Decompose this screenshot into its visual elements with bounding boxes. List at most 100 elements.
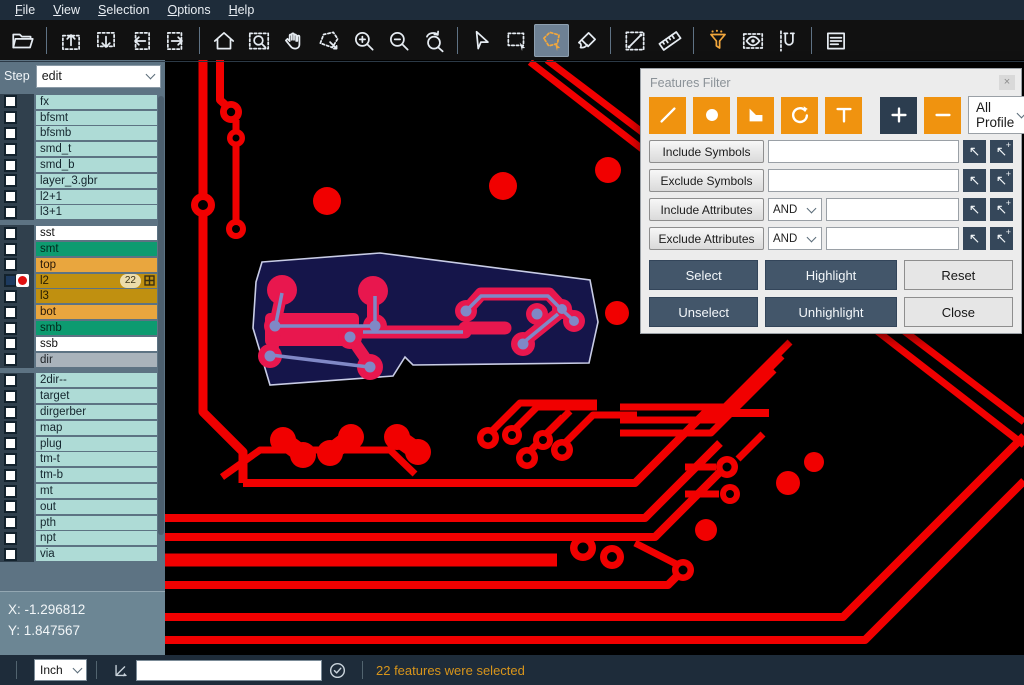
layer-row[interactable]: smd_t xyxy=(0,141,165,157)
operator-select[interactable]: AND xyxy=(768,198,822,221)
select-polygon-icon[interactable] xyxy=(534,24,569,57)
profile-select[interactable]: All Profile xyxy=(968,96,1024,134)
layer-visibility-checkbox[interactable] xyxy=(0,205,34,221)
open-folder-icon[interactable] xyxy=(5,24,40,57)
pick-from-screen-button[interactable] xyxy=(963,140,986,163)
select-rectangle-icon[interactable] xyxy=(499,24,534,57)
layer-visibility-checkbox[interactable] xyxy=(0,483,34,499)
step-select[interactable]: edit xyxy=(36,65,161,88)
layer-row[interactable]: sst xyxy=(0,225,165,241)
pick-add-from-screen-button[interactable] xyxy=(990,198,1013,221)
layer-visibility-checkbox[interactable] xyxy=(0,189,34,205)
layer-row[interactable]: 2dir-- xyxy=(0,373,165,389)
layer-row[interactable]: l2 22 xyxy=(0,273,165,289)
layer-visibility-checkbox[interactable] xyxy=(0,373,34,389)
add-filter-button[interactable] xyxy=(880,97,917,134)
zoom-out-icon[interactable] xyxy=(381,24,416,57)
layer-visibility-checkbox[interactable] xyxy=(0,173,34,189)
layer-visibility-checkbox[interactable] xyxy=(0,141,34,157)
move-left-icon[interactable] xyxy=(123,24,158,57)
menu-item[interactable]: Help xyxy=(220,1,264,19)
filter-row-label-button[interactable]: Exclude Symbols xyxy=(649,169,764,192)
layer-row[interactable]: mt xyxy=(0,483,165,499)
move-down-icon[interactable] xyxy=(88,24,123,57)
layer-visibility-checkbox[interactable] xyxy=(0,94,34,110)
layer-visibility-checkbox[interactable] xyxy=(0,241,34,257)
operator-select[interactable]: AND xyxy=(768,227,822,250)
pick-add-from-screen-button[interactable] xyxy=(990,169,1013,192)
layer-row[interactable]: smt xyxy=(0,241,165,257)
filter-value-input[interactable] xyxy=(768,140,959,163)
measure-line-icon[interactable] xyxy=(617,24,652,57)
unselect-button[interactable]: Unselect xyxy=(649,297,758,327)
layer-visibility-checkbox[interactable] xyxy=(0,352,34,368)
menu-item[interactable]: Options xyxy=(158,1,219,19)
filter-surface-button[interactable] xyxy=(737,97,774,134)
command-input[interactable] xyxy=(136,660,322,681)
zoom-in-icon[interactable] xyxy=(346,24,381,57)
layer-row[interactable]: bfsmb xyxy=(0,126,165,142)
layer-visibility-checkbox[interactable] xyxy=(0,467,34,483)
pick-from-screen-button[interactable] xyxy=(963,198,986,221)
layer-visibility-checkbox[interactable] xyxy=(0,436,34,452)
layer-row[interactable]: l2+1 xyxy=(0,189,165,205)
zoom-object-icon[interactable] xyxy=(311,24,346,57)
highlight-button[interactable]: Highlight xyxy=(765,260,896,290)
sidebar-scrollbar[interactable] xyxy=(158,96,164,535)
layer-visibility-checkbox[interactable] xyxy=(0,320,34,336)
filter-arc-button[interactable] xyxy=(781,97,818,134)
zoom-previous-icon[interactable] xyxy=(416,24,451,57)
layer-row[interactable]: l3 xyxy=(0,289,165,305)
notes-panel-icon[interactable] xyxy=(818,24,853,57)
layer-grid-icon[interactable] xyxy=(144,275,155,286)
filter-pad-button[interactable] xyxy=(693,97,730,134)
layer-row[interactable]: pth xyxy=(0,515,165,531)
layer-visibility-checkbox[interactable] xyxy=(0,420,34,436)
layer-visibility-checkbox[interactable] xyxy=(0,110,34,126)
pan-hand-icon[interactable] xyxy=(276,24,311,57)
select-button[interactable]: Select xyxy=(649,260,758,290)
move-right-icon[interactable] xyxy=(158,24,193,57)
layer-row[interactable]: tm-t xyxy=(0,452,165,468)
filter-value-input[interactable] xyxy=(826,198,959,221)
layer-row[interactable]: plug xyxy=(0,436,165,452)
layer-visibility-checkbox[interactable] xyxy=(0,257,34,273)
unit-select[interactable]: Inch xyxy=(34,659,87,681)
layer-row[interactable]: dirgerber xyxy=(0,404,165,420)
layer-row[interactable]: bot xyxy=(0,304,165,320)
filter-line-button[interactable] xyxy=(649,97,686,134)
layer-row[interactable]: smb xyxy=(0,320,165,336)
layer-visibility-checkbox[interactable] xyxy=(0,336,34,352)
zoom-window-icon[interactable] xyxy=(241,24,276,57)
clear-highlight-brush-icon[interactable] xyxy=(569,24,604,57)
menu-item[interactable]: Selection xyxy=(89,1,158,19)
move-up-icon[interactable] xyxy=(53,24,88,57)
pick-from-screen-button[interactable] xyxy=(963,227,986,250)
pick-add-from-screen-button[interactable] xyxy=(990,140,1013,163)
layer-row[interactable]: via xyxy=(0,546,165,562)
layer-row[interactable]: l3+1 xyxy=(0,205,165,221)
layer-visibility-checkbox[interactable] xyxy=(0,546,34,562)
layer-row[interactable]: top xyxy=(0,257,165,273)
close-button[interactable]: Close xyxy=(904,297,1013,327)
layer-row[interactable]: layer_3.gbr xyxy=(0,173,165,189)
pick-from-screen-button[interactable] xyxy=(963,169,986,192)
features-filter-funnel-icon[interactable] xyxy=(700,24,735,57)
dialog-title-bar[interactable]: Features Filter xyxy=(641,69,1021,94)
reset-button[interactable]: Reset xyxy=(904,260,1013,290)
layer-visibility-checkbox[interactable] xyxy=(0,126,34,142)
layer-row[interactable]: tm-b xyxy=(0,467,165,483)
layer-row[interactable]: bfsmt xyxy=(0,110,165,126)
layer-row[interactable]: map xyxy=(0,420,165,436)
layer-row[interactable]: dir xyxy=(0,352,165,368)
layer-visibility-checkbox[interactable] xyxy=(0,304,34,320)
measure-ruler-icon[interactable] xyxy=(652,24,687,57)
layer-row[interactable]: smd_b xyxy=(0,157,165,173)
pick-add-from-screen-button[interactable] xyxy=(990,227,1013,250)
filter-row-label-button[interactable]: Include Symbols xyxy=(649,140,764,163)
remove-filter-button[interactable] xyxy=(924,97,961,134)
filter-row-label-button[interactable]: Include Attributes xyxy=(649,198,764,221)
layer-visibility-checkbox[interactable] xyxy=(0,499,34,515)
filter-value-input[interactable] xyxy=(768,169,959,192)
unhighlight-button[interactable]: Unhighlight xyxy=(765,297,896,327)
